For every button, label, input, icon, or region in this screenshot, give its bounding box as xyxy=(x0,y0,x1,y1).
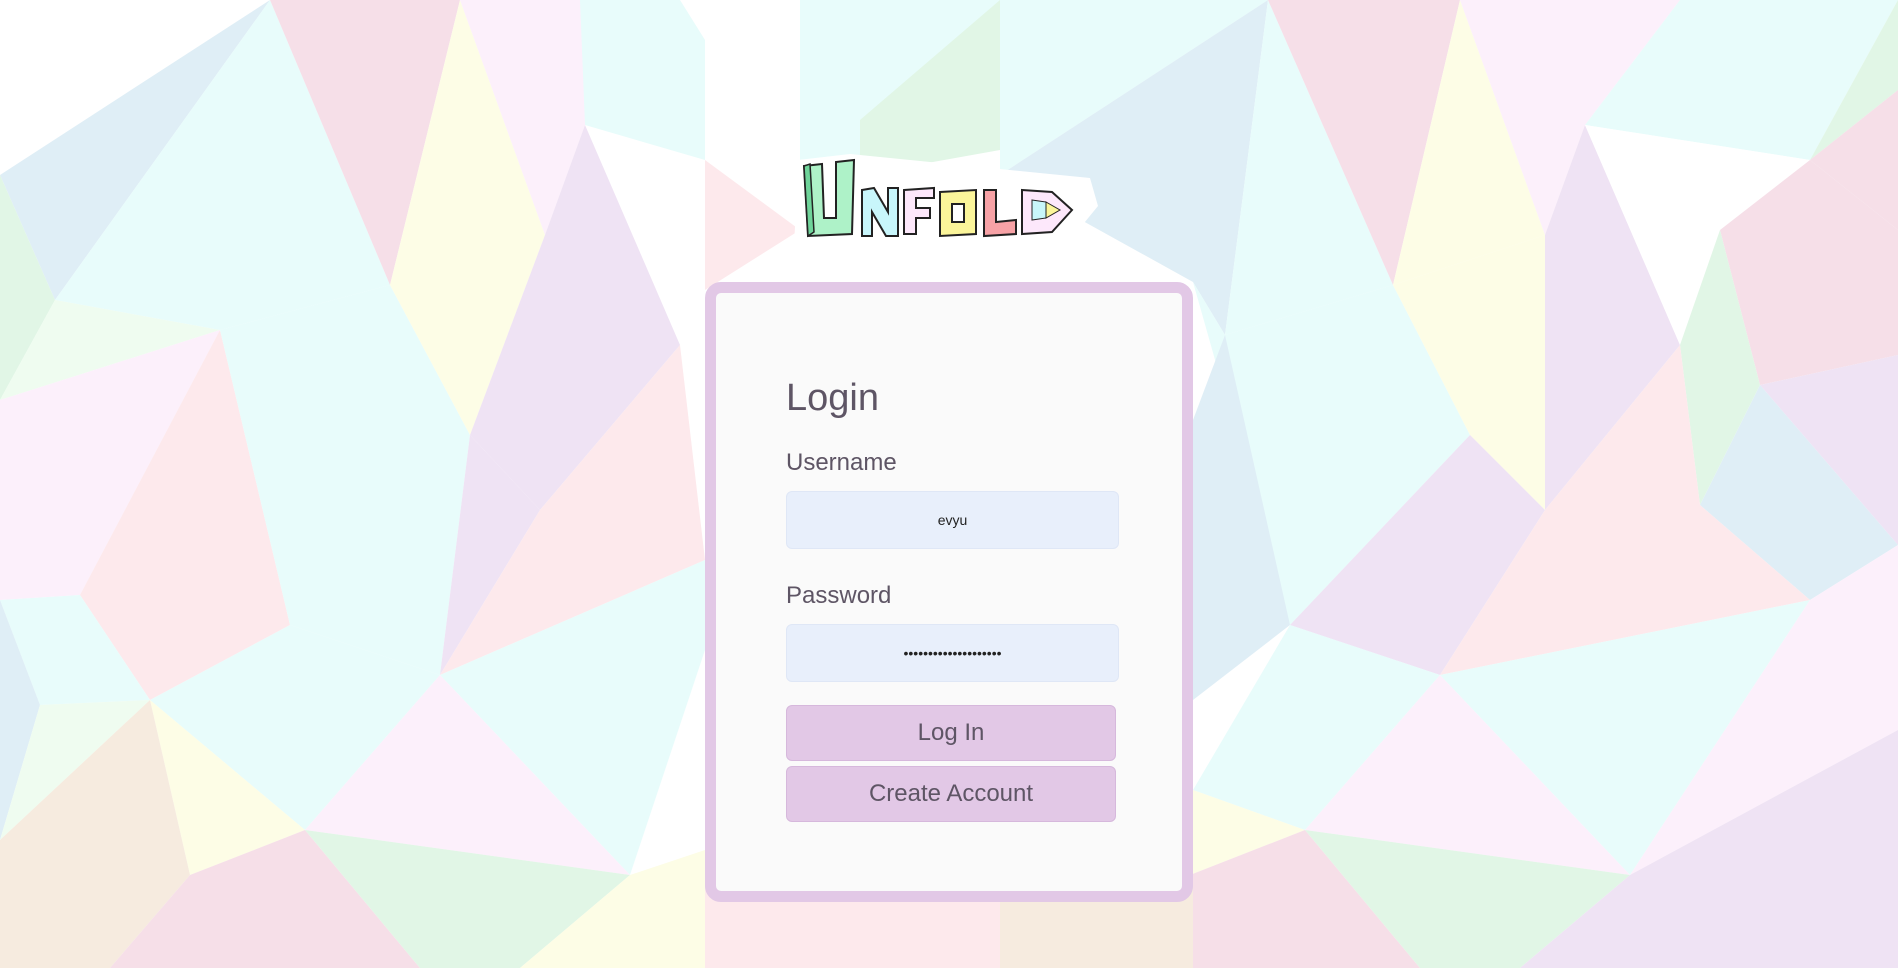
login-title: Login xyxy=(786,377,879,419)
password-input[interactable] xyxy=(786,624,1119,682)
create-account-button[interactable]: Create Account xyxy=(786,766,1116,822)
username-label: Username xyxy=(786,449,897,476)
password-label: Password xyxy=(786,582,892,609)
log-in-button[interactable]: Log In xyxy=(786,705,1116,761)
unfold-logo xyxy=(794,154,1098,256)
username-input[interactable] xyxy=(786,491,1119,549)
login-card: Login Username Password Log In Create Ac… xyxy=(705,282,1193,902)
